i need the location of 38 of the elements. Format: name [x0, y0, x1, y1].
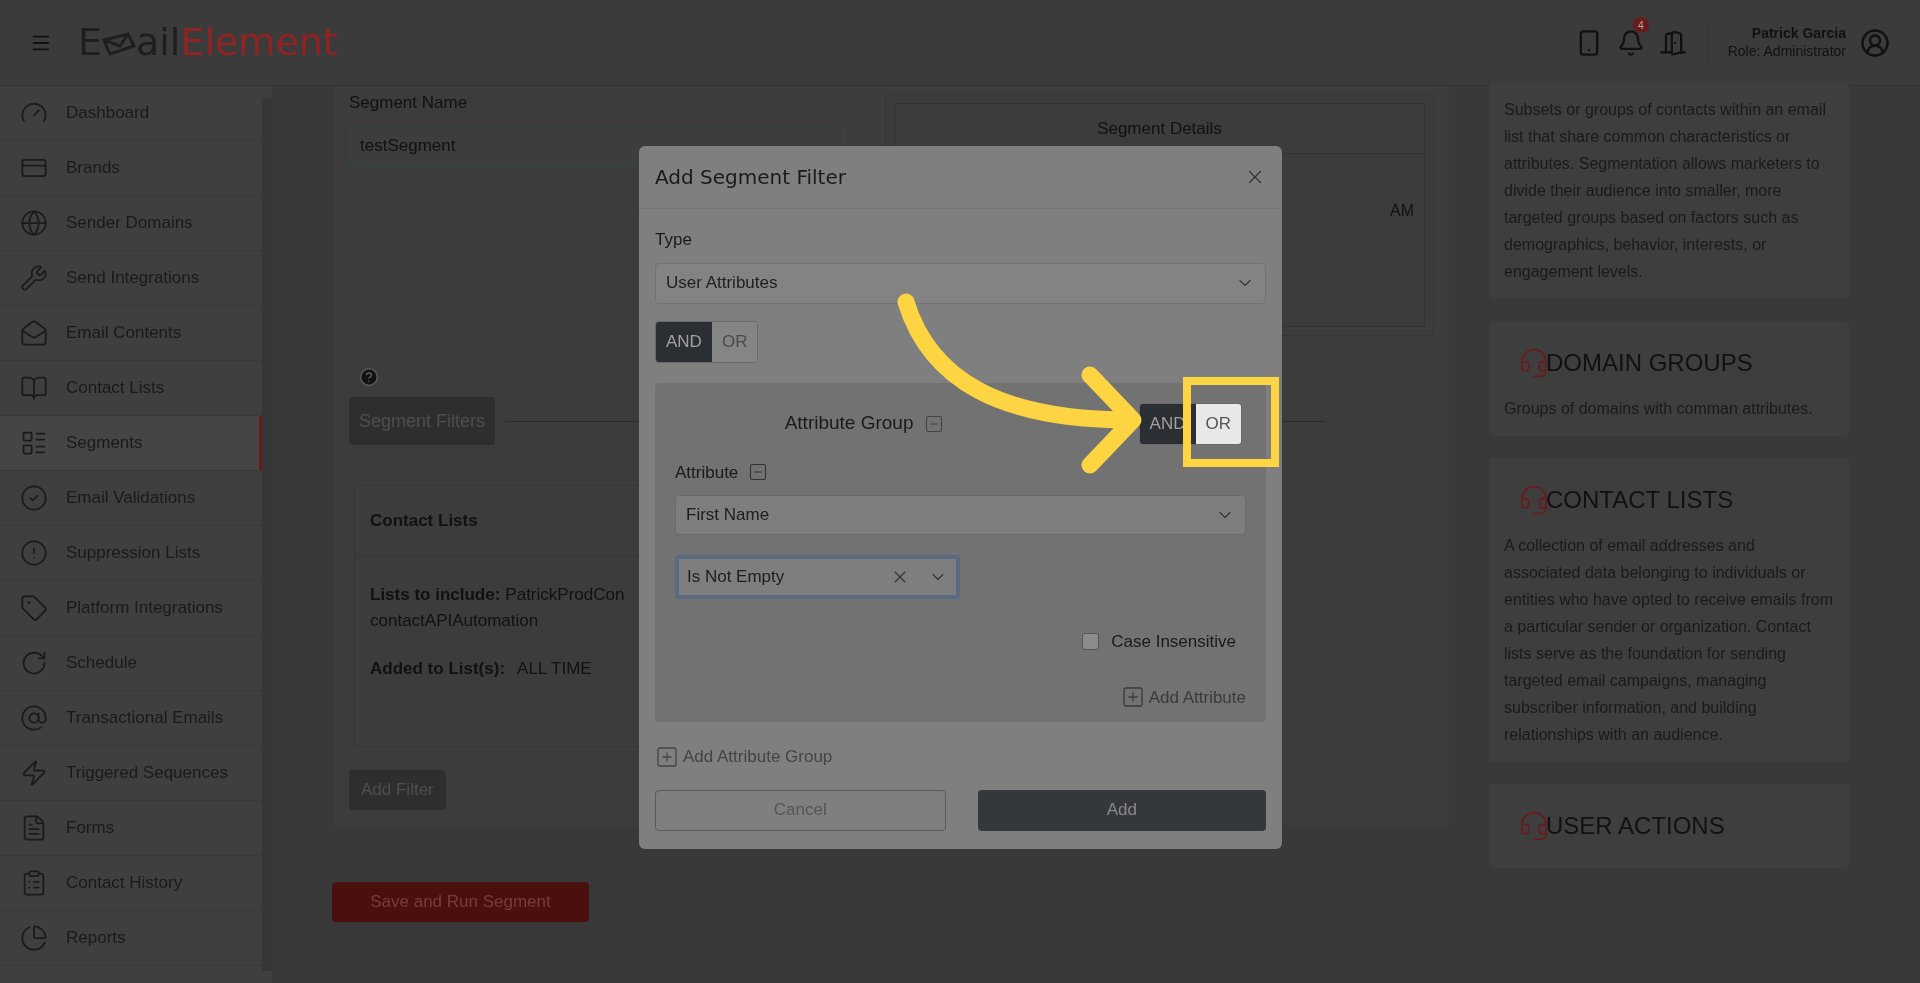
field-label: Type — [655, 229, 693, 251]
logic-toggle[interactable]: AND — [656, 321, 712, 362]
plus-square-icon — [1120, 685, 1145, 710]
scrollbar[interactable] — [262, 98, 272, 971]
alert-icon — [20, 539, 48, 567]
field-label: Attribute — [675, 461, 739, 484]
type-select[interactable]: User Attributes — [655, 262, 1266, 304]
user-avatar-icon[interactable] — [1860, 27, 1890, 58]
wrench-icon — [20, 264, 48, 292]
checkbox-label: Case Insensitive — [1111, 631, 1236, 653]
operator-select[interactable]: Is Not Empty — [675, 555, 960, 599]
exit-icon[interactable] — [1658, 28, 1687, 57]
minus-square-icon[interactable] — [748, 462, 769, 483]
envelope-icon — [102, 31, 136, 58]
notification-badge: 4 — [1632, 16, 1649, 33]
envelope-icon — [20, 319, 48, 347]
book-icon — [20, 374, 48, 402]
modal-title: Add Segment Filter — [655, 164, 846, 191]
at-sign-icon — [20, 704, 48, 732]
list-icon — [20, 429, 48, 457]
notification-icon[interactable] — [1616, 28, 1645, 57]
logic-toggle[interactable]: OR — [1195, 403, 1241, 444]
check-circle-icon — [20, 484, 48, 512]
logic-toggle[interactable]: OR — [711, 321, 758, 362]
minus-square-icon[interactable] — [923, 413, 944, 434]
add-button[interactable]: Add — [977, 789, 1266, 831]
attribute-select[interactable]: First Name — [675, 495, 1246, 535]
plus-square-icon — [655, 744, 679, 769]
add-attribute-button[interactable]: Add Attribute — [1120, 684, 1246, 710]
lightning-icon — [20, 759, 48, 787]
tag-icon — [20, 594, 48, 622]
help-icon[interactable] — [359, 367, 379, 388]
group-title: Attribute Group — [784, 411, 914, 436]
add-group-button[interactable]: Add Attribute Group — [655, 744, 833, 770]
pie-chart-icon — [20, 924, 48, 952]
refresh-icon — [20, 649, 48, 677]
globe-icon — [20, 209, 48, 237]
checkbox[interactable] — [1082, 633, 1100, 651]
